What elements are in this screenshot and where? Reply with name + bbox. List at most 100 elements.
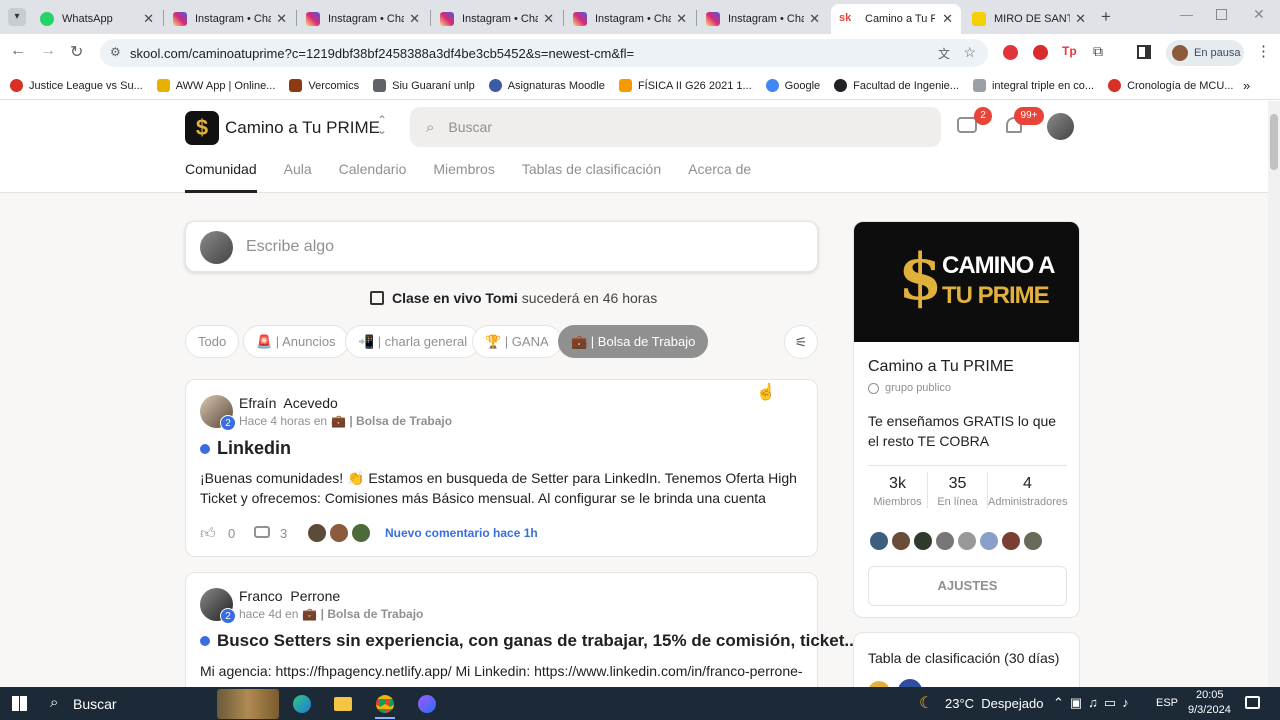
tab-skool-active[interactable]: sk Camino a Tu PRIME ✕ [831, 4, 961, 34]
tab-aula[interactable]: Aula [284, 161, 312, 193]
forward-icon[interactable]: → [40, 42, 56, 60]
app-icon[interactable] [418, 695, 436, 713]
bookmark-star-icon[interactable]: ☆ [963, 44, 976, 61]
tab-instagram[interactable]: Instagram • Chat ✕ [565, 4, 695, 34]
author-name[interactable]: Efraín Acevedo [239, 395, 338, 411]
post-category[interactable]: 💼 | Bolsa de Trabajo [302, 607, 423, 621]
stat-admins[interactable]: 4 Administradores [988, 472, 1067, 508]
notifications-icon[interactable] [1245, 696, 1260, 709]
profile-chip[interactable]: En pausa [1166, 40, 1244, 66]
post-card[interactable]: 2 Efraín Acevedo Hace 4 horas en 💼 | Bol… [185, 379, 818, 557]
bookmark[interactable]: Siu Guaraní unlp [373, 79, 475, 92]
member-avatar[interactable] [934, 530, 956, 552]
close-icon[interactable]: ✕ [409, 11, 420, 27]
tab-miembros[interactable]: Miembros [433, 161, 494, 193]
close-icon[interactable]: ✕ [276, 11, 287, 27]
post-title[interactable]: Linkedin [200, 438, 291, 459]
weather-text[interactable]: 23°C Despejado [945, 696, 1043, 711]
post-category[interactable]: 💼 | Bolsa de Trabajo [331, 414, 452, 428]
tab-instagram[interactable]: Instagram • Chat ✕ [432, 4, 562, 34]
bookmark[interactable]: Asignaturas Moodle [488, 79, 605, 92]
system-tray-icons[interactable]: ⌃▣♫▭♪ [1053, 695, 1135, 711]
user-avatar[interactable] [1047, 113, 1074, 140]
tab-miro[interactable]: MIRO DE SANTI ✕ [964, 4, 1094, 34]
close-icon[interactable]: ✕ [942, 11, 953, 27]
member-avatar[interactable] [912, 530, 934, 552]
tab-instagram[interactable]: Instagram • Chat ✕ [165, 4, 295, 34]
clock-time[interactable]: 20:05 [1196, 689, 1224, 701]
like-icon[interactable]: 👍︎ [200, 525, 216, 543]
menu-icon[interactable]: ⋮ [1256, 42, 1271, 60]
author-name[interactable]: Franco Perrone [239, 588, 340, 604]
member-avatar[interactable] [868, 530, 890, 552]
close-icon[interactable]: ✕ [809, 11, 820, 27]
taskbar-search[interactable]: Buscar [73, 696, 117, 712]
extension-tp-icon[interactable]: Tp [1062, 44, 1077, 58]
comment-icon[interactable] [254, 526, 270, 538]
stat-members[interactable]: 3k Miembros [868, 472, 928, 508]
post-composer[interactable]: Escribe algo [185, 221, 818, 272]
member-avatar[interactable] [890, 530, 912, 552]
minimize-button[interactable]: — [1180, 7, 1193, 22]
post-body[interactable]: Mi agencia: https://fhpagency.netlify.ap… [200, 661, 810, 681]
tab-calendario[interactable]: Calendario [339, 161, 407, 193]
stat-online[interactable]: 35 En línea [928, 472, 988, 508]
adblock-icon[interactable] [1003, 45, 1018, 60]
leaderboard-title[interactable]: Tabla de clasificación (30 días) [868, 650, 1059, 666]
chrome-icon[interactable] [376, 695, 394, 713]
clock-date[interactable]: 9/3/2024 [1188, 704, 1231, 716]
file-explorer-icon[interactable] [334, 697, 352, 711]
scrollbar-thumb[interactable] [1270, 114, 1278, 170]
close-icon[interactable]: ✕ [1075, 11, 1086, 27]
close-window-button[interactable]: ✕ [1253, 6, 1265, 23]
filter-bolsa-de-trabajo[interactable]: 💼 | Bolsa de Trabajo [558, 325, 709, 358]
bookmark[interactable]: Facultad de Ingenie... [834, 79, 959, 92]
group-logo[interactable]: $ [185, 111, 219, 145]
tab-tablas[interactable]: Tablas de clasificación [522, 161, 661, 193]
tab-instagram[interactable]: Instagram • Chat ✕ [298, 4, 428, 34]
edge-icon[interactable] [293, 695, 311, 713]
reload-icon[interactable]: ↻ [70, 42, 83, 62]
bookmark[interactable]: Justice League vs Su... [10, 79, 143, 92]
member-avatar[interactable] [1000, 530, 1022, 552]
address-bar[interactable]: ⚙ skool.com/caminoatuprime?c=1219dbf38bf… [100, 39, 988, 67]
side-panel-icon[interactable] [1137, 45, 1151, 59]
member-avatar[interactable] [956, 530, 978, 552]
post-body[interactable]: ¡Buenas comunidades! 👏 Estamos en busque… [200, 468, 810, 508]
extensions-icon[interactable]: ⧉ [1093, 43, 1103, 60]
filter-anuncios[interactable]: 🚨 | Anuncios [243, 325, 349, 358]
close-icon[interactable]: ✕ [543, 11, 554, 27]
tab-acerca[interactable]: Acerca de [688, 161, 751, 193]
tab-whatsapp[interactable]: WhatsApp ✕ [32, 4, 162, 34]
member-avatar[interactable] [978, 530, 1000, 552]
search-box[interactable]: ⌕ Buscar [410, 107, 941, 147]
filter-gana[interactable]: 🏆 | GANA [472, 325, 562, 358]
bookmark[interactable]: AWW App | Online... [156, 79, 275, 92]
windows-start-icon[interactable] [12, 696, 27, 711]
group-switcher-icon[interactable]: ⌃ ⌄ [377, 114, 387, 136]
bookmark[interactable]: Vercomics [289, 79, 359, 92]
new-comment-link[interactable]: Nuevo comentario hace 1h [385, 526, 538, 540]
close-icon[interactable]: ✕ [143, 11, 154, 27]
close-icon[interactable]: ✕ [676, 11, 687, 27]
bookmark[interactable]: integral triple en co... [972, 79, 1094, 92]
group-banner[interactable]: $ CAMINO A TU PRIME [854, 222, 1079, 342]
tab-instagram[interactable]: Instagram • Chat ✕ [698, 4, 828, 34]
bookmark[interactable]: Google [765, 79, 820, 92]
upcoming-event[interactable]: Clase en vivo Tomi sucederá en 46 horas [370, 290, 657, 306]
tab-comunidad[interactable]: Comunidad [185, 161, 257, 193]
back-icon[interactable]: ← [10, 42, 26, 60]
post-card[interactable]: 2 Franco Perrone hace 4d en 💼 | Bolsa de… [185, 572, 859, 687]
language-indicator[interactable]: ESP [1156, 697, 1178, 709]
settings-button[interactable]: AJUSTES [868, 566, 1067, 606]
filter-settings-button[interactable]: ⚟ [784, 325, 818, 359]
tab-search-button[interactable]: ▾ [8, 8, 26, 26]
filter-charla-general[interactable]: 📲 | charla general [345, 325, 481, 358]
post-title[interactable]: Busco Setters sin experiencia, con ganas… [200, 631, 859, 651]
translate-icon[interactable]: 文 [938, 45, 950, 62]
site-info-icon[interactable]: ⚙ [110, 45, 121, 59]
member-avatar[interactable] [1022, 530, 1044, 552]
new-tab-button[interactable]: + [1101, 7, 1111, 27]
more-bookmarks-icon[interactable]: » [1243, 78, 1250, 93]
extension-red-icon[interactable] [1033, 45, 1048, 60]
